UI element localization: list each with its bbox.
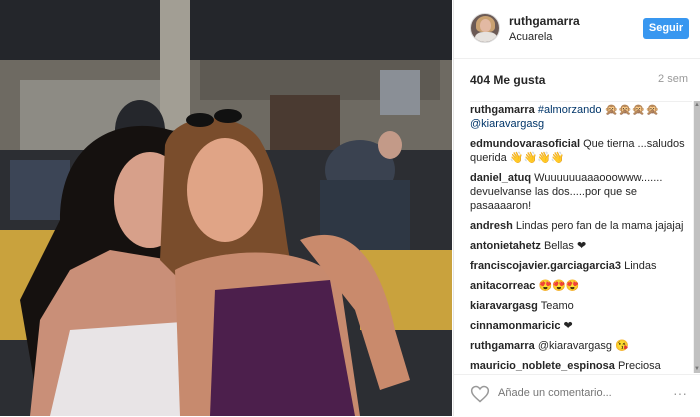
post-footer: ··· xyxy=(454,374,700,417)
hashtag-link[interactable]: #almorzando xyxy=(538,104,602,116)
comment-user[interactable]: franciscojavier.garciagarcia3 xyxy=(470,260,621,272)
comment-item: franciscojavier.garciagarcia3 Lindas xyxy=(470,259,692,273)
comment-item: kiaravargasg Teamo xyxy=(470,299,692,313)
follow-button[interactable]: Seguir xyxy=(643,18,689,39)
comment-item: edmundovarasoficial Que tierna ...saludo… xyxy=(470,137,692,165)
post-photo[interactable] xyxy=(0,0,452,416)
comment-item: antonietahetz Bellas ❤ xyxy=(470,239,692,253)
comment-item: anitacorreac 😍😍😍 xyxy=(470,279,692,293)
comment-user[interactable]: edmundovarasoficial xyxy=(470,138,580,150)
comment-item: ruthgamarra #almorzando 🙊🙊🙊🙊 @kiaravarga… xyxy=(470,103,692,131)
avatar[interactable] xyxy=(470,13,500,43)
mention-link[interactable]: @kiaravargasg xyxy=(470,118,544,130)
author-username[interactable]: ruthgamarra xyxy=(509,14,580,28)
comment-text: @kiaravargasg 😘 xyxy=(534,340,629,352)
comment-user[interactable]: andresh xyxy=(470,220,513,232)
comment-text: Lindas xyxy=(621,260,657,272)
scroll-thumb[interactable] xyxy=(694,101,700,373)
comment-user[interactable]: cinnamonmaricic xyxy=(470,320,560,332)
comment-user[interactable]: mauricio_noblete_espinosa xyxy=(470,360,615,372)
comments-scrollbar[interactable] xyxy=(693,101,700,373)
comment-item: daniel_atuq Wuuuuuuaaaooowww....... devu… xyxy=(470,171,692,213)
post-time[interactable]: 2 sem xyxy=(658,73,688,85)
comment-input[interactable] xyxy=(498,384,658,402)
comment-user[interactable]: ruthgamarra xyxy=(470,104,535,116)
comment-item: andresh Lindas pero fan de la mama jajaj… xyxy=(470,219,692,233)
comment-text: Lindas pero fan de la mama jajajaj xyxy=(512,220,684,232)
comment-item: mauricio_noblete_espinosa Preciosa xyxy=(470,359,692,373)
post-sidebar: ruthgamarra Acuarela Seguir 404 Me gusta… xyxy=(453,0,700,416)
comment-text: 😍😍😍 xyxy=(535,280,580,292)
heart-outline-icon[interactable] xyxy=(470,384,490,404)
comment-list[interactable]: ruthgamarra #almorzando 🙊🙊🙊🙊 @kiaravarga… xyxy=(470,101,692,375)
comment-user[interactable]: anitacorreac xyxy=(470,280,535,292)
comment-user[interactable]: ruthgamarra xyxy=(470,340,535,352)
comment-item: cinnamonmaricic ❤ xyxy=(470,319,692,333)
scroll-up-icon[interactable]: ▲ xyxy=(693,101,700,109)
comment-user[interactable]: kiaravargasg xyxy=(470,300,538,312)
comment-text: 🙊🙊🙊🙊 xyxy=(601,104,660,116)
comment-text: Bellas ❤ xyxy=(540,240,587,252)
comment-text: Preciosa xyxy=(614,360,661,372)
instagram-post-viewer: ruthgamarra Acuarela Seguir 404 Me gusta… xyxy=(0,0,700,416)
comment-text: ❤ xyxy=(560,320,573,332)
comment-user[interactable]: daniel_atuq xyxy=(470,172,531,184)
likes-count[interactable]: 404 Me gusta xyxy=(470,73,545,87)
scroll-down-icon[interactable]: ▼ xyxy=(693,365,700,373)
post-location[interactable]: Acuarela xyxy=(509,31,552,43)
comment-user[interactable]: antonietahetz xyxy=(470,240,541,252)
comment-text: Teamo xyxy=(537,300,574,312)
more-options-icon[interactable]: ··· xyxy=(673,385,687,401)
post-header: ruthgamarra Acuarela Seguir xyxy=(454,0,700,59)
comment-item: ruthgamarra @kiaravargasg 😘 xyxy=(470,339,692,353)
